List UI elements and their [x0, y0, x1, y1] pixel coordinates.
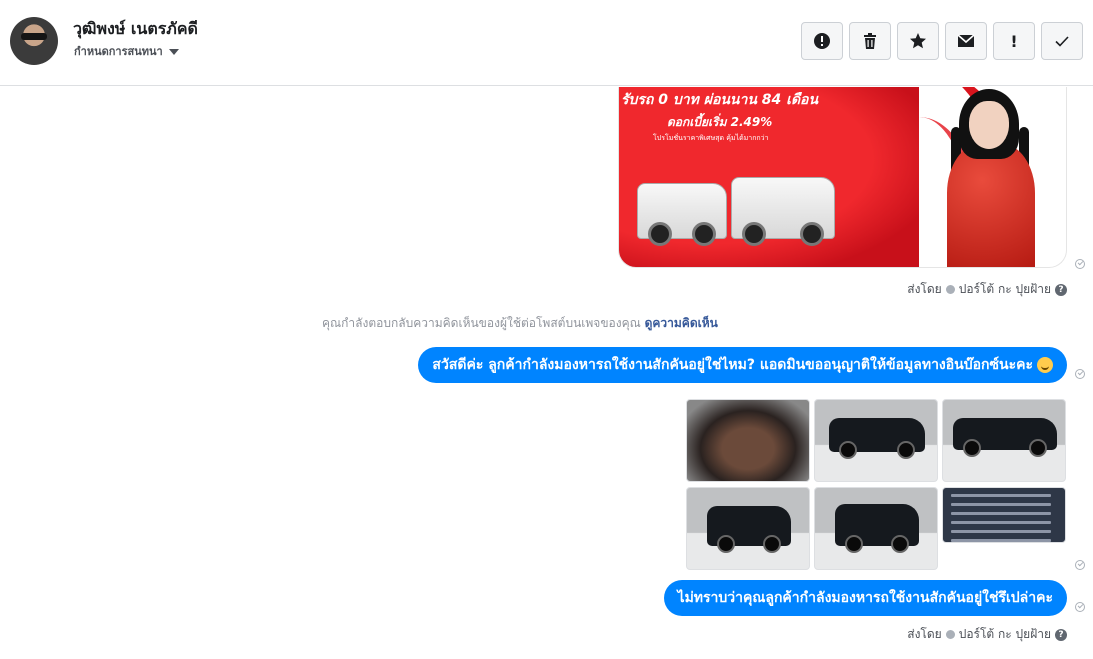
black-pickup-image [829, 418, 925, 459]
car-side-photo[interactable] [942, 399, 1066, 482]
schedule-label: กำหนดการสนทนา [74, 45, 163, 58]
black-pickup-image [835, 504, 919, 553]
sent-by-agent[interactable]: ปอร์โต้ กะ ปุยฝ้าย [959, 625, 1051, 644]
car-interior-photo[interactable] [686, 399, 810, 482]
follow-up-button[interactable]: ! [993, 22, 1035, 60]
conversation-schedule-dropdown[interactable]: กำหนดการสนทนา [74, 42, 179, 60]
help-icon[interactable]: ? [1055, 283, 1067, 296]
view-comment-link[interactable]: ดูความคิดเห็น [645, 316, 718, 330]
presenter-dress [947, 143, 1035, 267]
black-pickup-image [953, 418, 1057, 457]
sent-by-line: ส่งโดย ปอร์โต้ กะ ปุยฝ้าย ? [907, 625, 1067, 644]
promo-line-2: ดอกเบี้ยเริ่ม 2.49% [667, 115, 773, 129]
checkmark-icon [1055, 36, 1069, 47]
sent-by-label: ส่งโดย [907, 627, 942, 641]
promo-image-attachment[interactable]: รับรถ 0 บาท ผ่อนนาน 84 เดือน ดอกเบี้ยเริ… [618, 87, 1067, 268]
seen-check-icon [1075, 259, 1085, 269]
message-thread: รับรถ 0 บาท ผ่อนนาน 84 เดือน ดอกเบี้ยเริ… [0, 87, 1093, 659]
pickup-truck-cage-image [731, 177, 835, 246]
seen-check-icon [1075, 560, 1085, 570]
message-text: ไม่ทราบว่าคุณลูกค้ากำลังมองหารถใช้งานสัก… [677, 590, 1053, 606]
presenter-image [945, 87, 1035, 267]
promo-line-3: โปรโมชั่นราคาพิเศษสุด คุ้มได้มากกว่า [653, 134, 769, 142]
conversation-header: วุฒิพงษ์ เนตรภัคดี กำหนดการสนทนา ! [0, 0, 1093, 86]
agent-badge-icon [945, 285, 955, 294]
star-icon [910, 33, 926, 49]
sent-by-agent[interactable]: ปอร์โต้ กะ ปุยฝ้าย [959, 280, 1051, 299]
notice-text: คุณกำลังตอบกลับความคิดเห็นของผู้ใช้ต่อโพ… [322, 316, 641, 330]
message-bubble[interactable]: ไม่ทราบว่าคุณลูกค้ากำลังมองหารถใช้งานสัก… [663, 580, 1067, 616]
black-pickup-image [707, 506, 791, 553]
pickup-truck-image [637, 183, 727, 246]
caret-down-icon [168, 48, 179, 55]
delete-button[interactable] [849, 22, 891, 60]
envelope-icon [957, 34, 975, 47]
promo-line-1: รับรถ 0 บาท ผ่อนนาน 84 เดือน [621, 92, 819, 108]
alert-circle-icon [814, 33, 830, 49]
mark-unread-button[interactable] [945, 22, 987, 60]
conversation-toolbar: ! [801, 22, 1083, 60]
photo-grid-attachment [686, 399, 1067, 570]
sent-by-line: ส่งโดย ปอร์โต้ กะ ปุยฝ้าย ? [907, 280, 1067, 299]
car-rear-photo[interactable] [686, 487, 810, 570]
report-spam-button[interactable] [801, 22, 843, 60]
car-front-angle-photo[interactable] [814, 487, 938, 570]
exclamation-icon: ! [1010, 31, 1018, 51]
spec-sheet-lines [951, 494, 1051, 542]
sent-by-label: ส่งโดย [907, 282, 942, 296]
car-front-photo[interactable] [814, 399, 938, 482]
avatar[interactable] [10, 17, 58, 65]
message-bubble[interactable]: สวัสดีค่ะ ลูกค้ากำลังมองหารถใช้งานสักคัน… [418, 347, 1067, 383]
seen-check-icon [1075, 602, 1085, 612]
message-text: สวัสดีค่ะ ลูกค้ากำลังมองหารถใช้งานสักคัน… [432, 357, 1033, 373]
star-button[interactable] [897, 22, 939, 60]
agent-badge-icon [945, 630, 955, 639]
presenter-face [969, 101, 1009, 149]
trash-icon [864, 33, 876, 49]
reply-context-notice: คุณกำลังตอบกลับความคิดเห็นของผู้ใช้ต่อโพ… [322, 314, 718, 333]
mark-done-button[interactable] [1041, 22, 1083, 60]
car-spec-sheet-photo[interactable] [942, 487, 1066, 543]
contact-name[interactable]: วุฒิพงษ์ เนตรภัคดี [73, 17, 198, 42]
seen-check-icon [1075, 369, 1085, 379]
smile-emoji-icon [1037, 357, 1053, 373]
help-icon[interactable]: ? [1055, 628, 1067, 641]
